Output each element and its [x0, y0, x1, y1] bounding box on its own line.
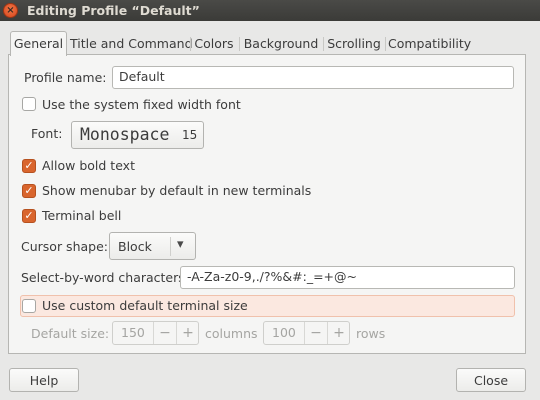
columns-spinbutton[interactable]: 150 − + [112, 321, 199, 345]
tab-general[interactable]: General [10, 31, 67, 56]
help-button[interactable]: Help [9, 368, 79, 392]
close-button-label: Close [473, 373, 509, 388]
help-button-label: Help [29, 373, 59, 388]
tab-title-and-command[interactable]: Title and Command [70, 33, 193, 55]
custom-size-label: Use custom default terminal size [42, 298, 248, 313]
terminal-bell-checkbox[interactable]: ✓ [22, 209, 36, 223]
close-button[interactable]: Close [456, 368, 526, 392]
tab-separator [239, 37, 240, 51]
close-window-icon[interactable]: × [3, 3, 18, 18]
tab-compatibility[interactable]: Compatibility [388, 33, 471, 55]
window-title: Editing Profile “Default” [27, 3, 200, 18]
plus-icon[interactable]: + [328, 322, 350, 344]
rows-label: rows [356, 326, 386, 341]
cursor-shape-value: Block [118, 239, 152, 254]
tab-separator [385, 37, 386, 51]
plus-icon[interactable]: + [177, 322, 199, 344]
profile-name-input[interactable]: Default [112, 66, 514, 89]
show-menubar-label: Show menubar by default in new terminals [42, 183, 312, 198]
allow-bold-label: Allow bold text [42, 158, 135, 173]
use-system-font-label: Use the system fixed width font [42, 97, 241, 112]
tab-separator [323, 37, 324, 51]
use-system-font-checkbox[interactable] [22, 97, 36, 111]
select-chars-input[interactable]: -A-Za-z0-9,./?%&#:_=+@~ [180, 266, 515, 289]
custom-size-checkbox[interactable] [22, 299, 36, 313]
default-size-label: Default size: [31, 326, 110, 341]
show-menubar-checkbox[interactable]: ✓ [22, 184, 36, 198]
general-panel: Profile name: Default Use the system fix… [8, 54, 526, 354]
profile-name-label: Profile name: [24, 70, 107, 85]
font-chooser-button[interactable]: Monospace 15 [71, 121, 204, 149]
rows-spinbutton[interactable]: 100 − + [263, 321, 350, 345]
cursor-shape-dropdown[interactable]: Block ▾ [109, 232, 196, 260]
font-label: Font: [31, 126, 63, 141]
cursor-shape-label: Cursor shape: [21, 239, 108, 254]
columns-value: 150 [121, 325, 145, 340]
allow-bold-checkbox[interactable]: ✓ [22, 159, 36, 173]
select-chars-label: Select-by-word characters: [21, 270, 189, 285]
tab-colors[interactable]: Colors [193, 33, 235, 55]
tab-background[interactable]: Background [242, 33, 320, 55]
dropdown-separator [170, 237, 171, 256]
terminal-bell-label: Terminal bell [42, 208, 122, 223]
minus-icon[interactable]: − [154, 322, 176, 344]
chevron-down-icon: ▾ [177, 237, 184, 252]
tab-separator [190, 37, 191, 51]
tab-scrolling[interactable]: Scrolling [326, 33, 382, 55]
font-size: 15 [182, 128, 198, 142]
font-name: Monospace [80, 125, 170, 144]
minus-icon[interactable]: − [305, 322, 327, 344]
columns-label: columns [205, 326, 258, 341]
window-titlebar: × Editing Profile “Default” [0, 0, 540, 21]
rows-value: 100 [272, 325, 296, 340]
